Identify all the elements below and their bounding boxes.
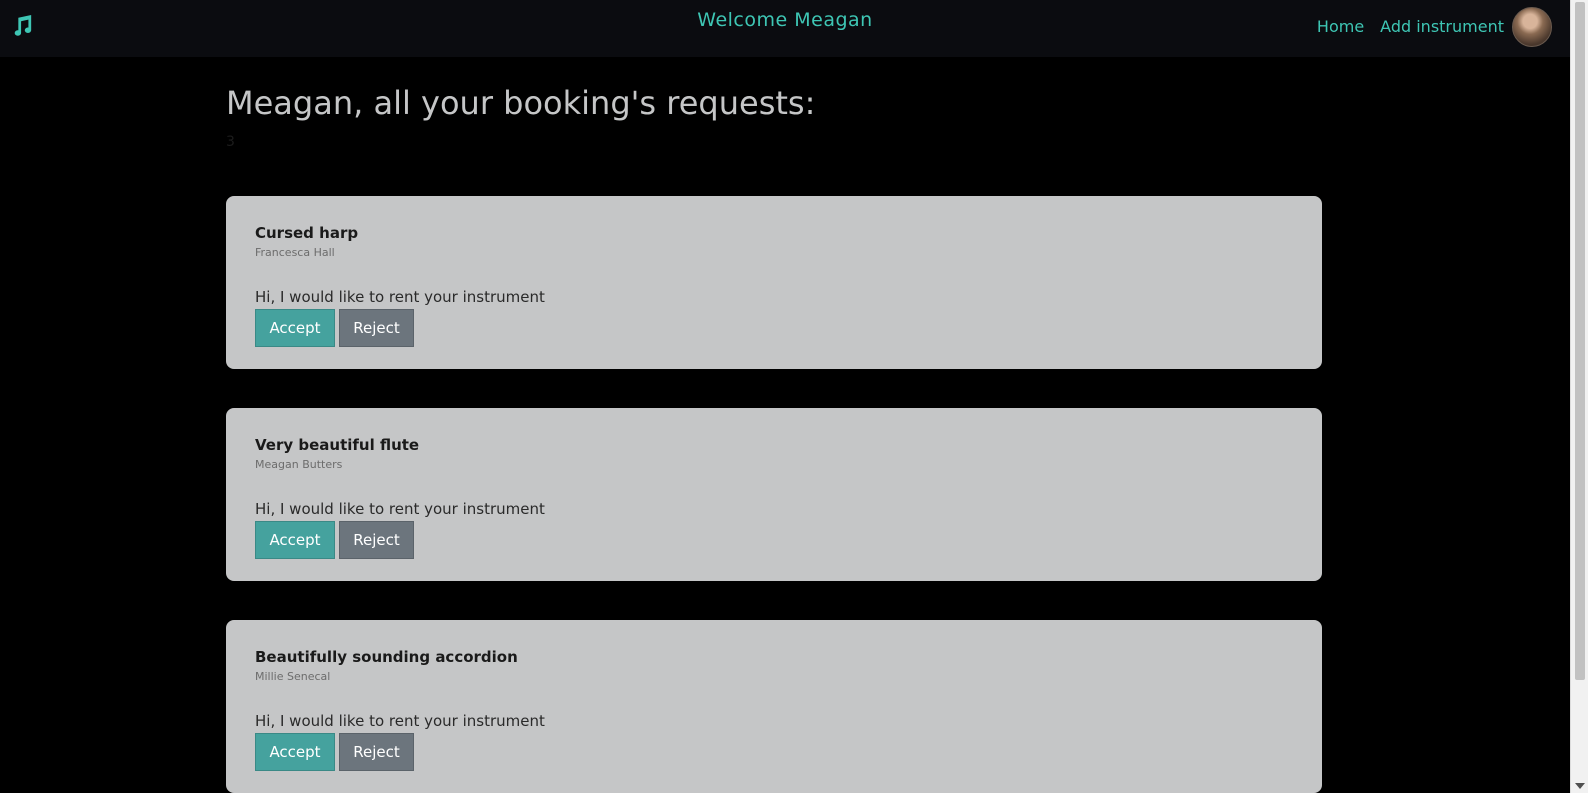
reject-button[interactable]: Reject <box>339 521 414 559</box>
request-message: Hi, I would like to rent your instrument <box>255 712 545 730</box>
request-count: 3 <box>226 134 235 150</box>
reject-button[interactable]: Reject <box>339 309 414 347</box>
request-message: Hi, I would like to rent your instrument <box>255 288 545 306</box>
reject-button[interactable]: Reject <box>339 733 414 771</box>
vertical-scrollbar[interactable] <box>1570 0 1588 793</box>
user-avatar[interactable] <box>1512 7 1552 47</box>
instrument-name: Very beautiful flute <box>255 436 420 454</box>
accept-button[interactable]: Accept <box>255 309 335 347</box>
booking-request-card: Beautifully sounding accordion Millie Se… <box>226 620 1322 793</box>
page-title: Meagan, all your booking's requests: <box>226 84 816 122</box>
accept-button[interactable]: Accept <box>255 521 335 559</box>
requester-name: Millie Senecal <box>255 670 331 683</box>
top-navbar: Welcome Meagan Home Add instrument <box>0 0 1570 57</box>
nav-add-instrument-link[interactable]: Add instrument <box>1380 7 1504 47</box>
instrument-name: Beautifully sounding accordion <box>255 648 518 666</box>
nav-links: Home Add instrument <box>1317 7 1552 47</box>
request-message: Hi, I would like to rent your instrument <box>255 500 545 518</box>
accept-button[interactable]: Accept <box>255 733 335 771</box>
scroll-down-arrow-icon[interactable] <box>1575 783 1585 789</box>
requester-name: Francesca Hall <box>255 246 335 259</box>
booking-request-card: Very beautiful flute Meagan Butters Hi, … <box>226 408 1322 581</box>
booking-request-card: Cursed harp Francesca Hall Hi, I would l… <box>226 196 1322 369</box>
scrollbar-thumb[interactable] <box>1575 2 1585 680</box>
instrument-name: Cursed harp <box>255 224 359 242</box>
requester-name: Meagan Butters <box>255 458 343 471</box>
nav-home-link[interactable]: Home <box>1317 7 1364 47</box>
